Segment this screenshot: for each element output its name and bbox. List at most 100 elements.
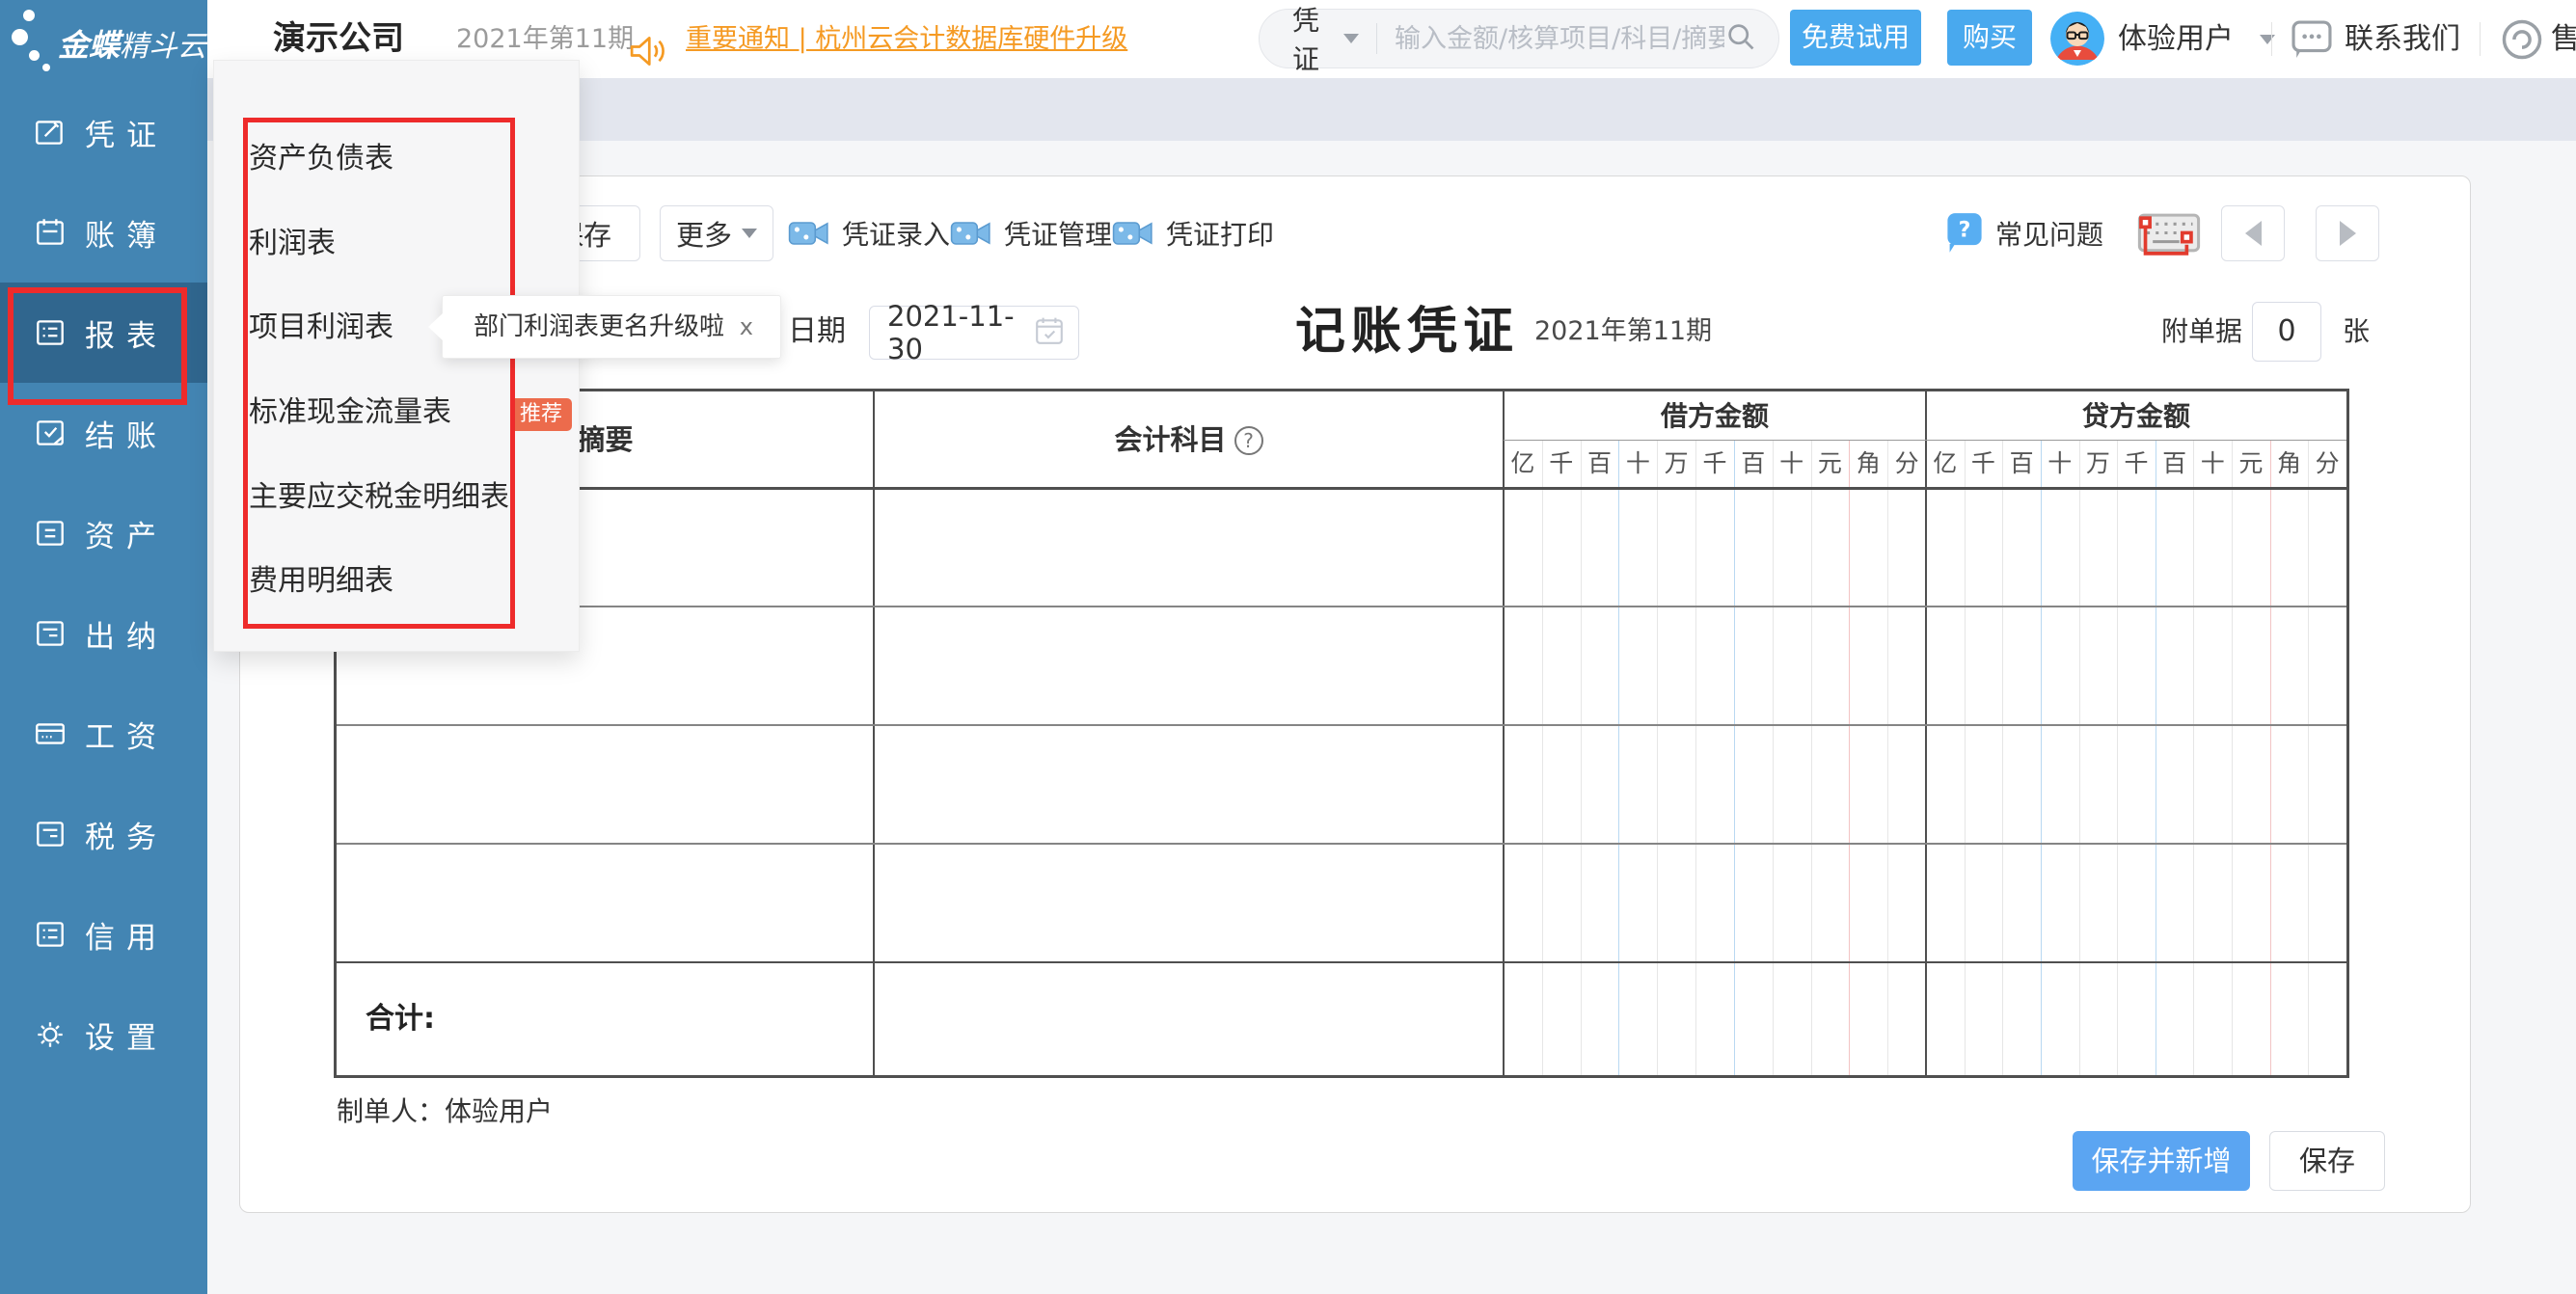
sidebar-item-label: 资产 xyxy=(85,512,168,555)
grid-line xyxy=(337,724,2346,726)
buy-button[interactable]: 购买 xyxy=(1947,10,2032,66)
grid-line xyxy=(2041,440,2042,1075)
voucher-table[interactable]: 摘要 会计科目? 借方金额 贷方金额 亿千百十万千百十元角分亿千百十万千百十元角… xyxy=(334,389,2349,1078)
credit-icon xyxy=(33,917,68,952)
recommend-badge: 推荐 xyxy=(510,398,572,431)
total-label: 合计: xyxy=(366,962,435,1075)
grid-line xyxy=(1849,440,1850,1075)
grid-line xyxy=(2117,440,2118,1075)
date-value: 2021-11-30 xyxy=(887,300,1034,365)
avatar[interactable] xyxy=(2050,12,2104,66)
grid-line xyxy=(1695,440,1696,1075)
sidebar-item-1[interactable]: 凭证 xyxy=(0,82,207,182)
keyboard-icon[interactable] xyxy=(2134,209,2204,259)
credit-digit-7: 百 xyxy=(2156,440,2194,488)
speaker-icon xyxy=(628,23,666,56)
divider xyxy=(2480,22,2481,56)
credit-digit-3: 百 xyxy=(2002,440,2041,488)
sidebar-item-label: 税务 xyxy=(85,813,168,856)
help-icon[interactable]: ? xyxy=(1234,426,1263,455)
grid-line xyxy=(2308,440,2309,1075)
app-logo[interactable]: 金蝶精斗云 xyxy=(0,0,207,78)
attachments-input[interactable]: 0 xyxy=(2252,302,2321,362)
credit-digit-10: 角 xyxy=(2270,440,2309,488)
grid-line xyxy=(2193,440,2194,1075)
sidebar-item-9[interactable]: 信用 xyxy=(0,884,207,984)
date-label: 日期 xyxy=(788,302,846,362)
question-icon: ? xyxy=(1945,212,1984,255)
camera-icon xyxy=(950,218,992,249)
after-sales[interactable]: 售后 xyxy=(2551,0,2576,78)
save-and-new-button[interactable]: 保存并新增 xyxy=(2073,1131,2250,1191)
sidebar-item-7[interactable]: 工资 xyxy=(0,684,207,784)
grid-line xyxy=(337,606,2346,607)
tooltip-close-button[interactable]: x xyxy=(740,296,753,358)
tax-icon xyxy=(33,817,68,851)
camera-icon xyxy=(788,218,830,249)
sidebar-item-label: 出纳 xyxy=(85,612,168,656)
attachments-label: 附单据 xyxy=(2161,302,2242,362)
grid-line xyxy=(1618,440,1619,1075)
grid-line xyxy=(1925,391,1927,1075)
save-button[interactable]: 保存 xyxy=(2269,1131,2385,1191)
free-trial-button[interactable]: 免费试用 xyxy=(1790,10,1921,66)
payroll-icon xyxy=(33,716,68,751)
video-link-entry[interactable]: 凭证录入 xyxy=(788,205,950,261)
search-input[interactable] xyxy=(1395,24,1724,54)
sidebar-item-label: 结账 xyxy=(85,412,168,455)
debit-digit-9: 元 xyxy=(1811,440,1850,488)
credit-digit-4: 十 xyxy=(2041,440,2079,488)
grid-line xyxy=(1503,391,1505,1075)
account-column-header: 会计科目? xyxy=(874,391,1504,488)
grid-line xyxy=(337,843,2346,845)
debit-digit-2: 千 xyxy=(1542,440,1581,488)
grid-line xyxy=(2270,440,2271,1075)
grid-line xyxy=(1504,440,1926,441)
sidebar-item-label: 工资 xyxy=(85,713,168,756)
video-link-print[interactable]: 凭证打印 xyxy=(1112,205,1274,261)
video-link-manage[interactable]: 凭证管理 xyxy=(950,205,1112,261)
credit-digit-2: 千 xyxy=(1965,440,2003,488)
page: 金蝶精斗云 凭证账簿报表结账资产出纳工资税务信用设置 演示公司 2021年第11… xyxy=(0,0,2576,1294)
sidebar-item-5[interactable]: 资产 xyxy=(0,483,207,583)
debit-digit-10: 角 xyxy=(1849,440,1887,488)
voucher-icon xyxy=(33,115,68,149)
prev-voucher-button[interactable] xyxy=(2221,205,2285,261)
grid-line xyxy=(1811,440,1812,1075)
sidebar: 金蝶精斗云 凭证账簿报表结账资产出纳工资税务信用设置 xyxy=(0,0,207,1294)
divider xyxy=(1376,23,1377,54)
sidebar-item-label: 设置 xyxy=(85,1013,168,1057)
sidebar-item-10[interactable]: 设置 xyxy=(0,984,207,1085)
date-input[interactable]: 2021-11-30 xyxy=(869,306,1079,360)
user-menu[interactable]: 体验用户 xyxy=(2118,0,2234,78)
debit-digit-7: 百 xyxy=(1734,440,1773,488)
credit-digit-9: 元 xyxy=(2232,440,2270,488)
search-scope-select[interactable]: 凭证 xyxy=(1292,0,1332,77)
cashier-icon xyxy=(33,616,68,651)
divider xyxy=(2271,22,2272,56)
faq-link[interactable]: ?常见问题 xyxy=(1945,205,2103,261)
grid-line xyxy=(1657,440,1658,1075)
chevron-down-icon[interactable] xyxy=(1343,34,1359,43)
ledger-icon xyxy=(33,215,68,250)
sidebar-item-8[interactable]: 税务 xyxy=(0,784,207,884)
sidebar-item-2[interactable]: 账簿 xyxy=(0,182,207,283)
credit-digit-11: 分 xyxy=(2308,440,2346,488)
credit-digit-5: 万 xyxy=(2079,440,2118,488)
more-button[interactable]: 更多 xyxy=(660,205,773,261)
svg-text:?: ? xyxy=(1959,218,1971,242)
sidebar-item-6[interactable]: 出纳 xyxy=(0,583,207,684)
debit-digit-4: 十 xyxy=(1618,440,1657,488)
grid-line xyxy=(1887,440,1888,1075)
sidebar-item-label: 凭证 xyxy=(85,111,168,154)
user-chevron-down-icon[interactable] xyxy=(2260,35,2275,44)
chat-icon xyxy=(2291,20,2333,63)
grid-line xyxy=(1773,440,1774,1075)
annotation-box-sidebar xyxy=(8,287,187,405)
notice-link[interactable]: 重要通知 | 杭州云会计数据库硬件升级 xyxy=(686,0,1127,78)
search-icon[interactable] xyxy=(1724,20,1757,57)
calendar-icon[interactable] xyxy=(1034,315,1065,350)
contact-us[interactable]: 联系我们 xyxy=(2345,0,2460,78)
annotation-box-menu xyxy=(243,118,515,629)
next-voucher-button[interactable] xyxy=(2316,205,2379,261)
